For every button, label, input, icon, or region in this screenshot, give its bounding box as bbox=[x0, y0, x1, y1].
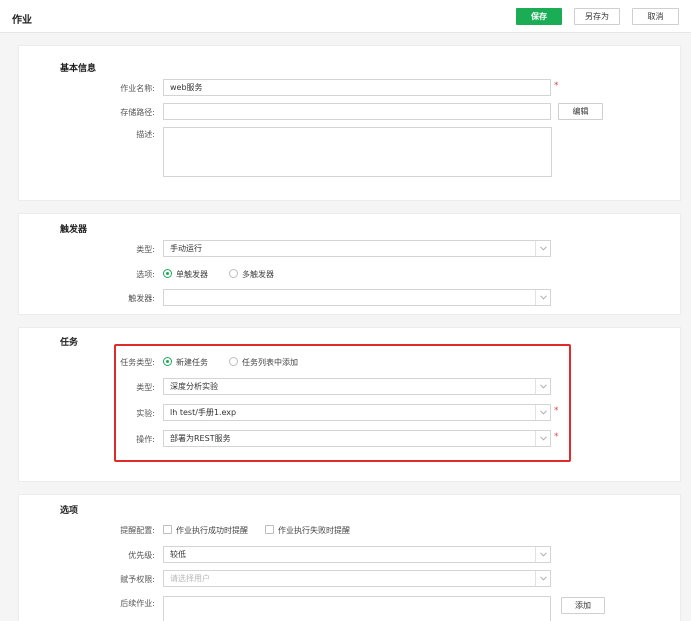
basic-info-card bbox=[18, 45, 681, 201]
single-trigger-radio[interactable] bbox=[163, 269, 172, 278]
basic-info-title: 基本信息 bbox=[60, 64, 97, 74]
trigger-label: 触发器: bbox=[128, 294, 155, 303]
job-name-input[interactable]: web服务 bbox=[163, 79, 551, 96]
description-label: 描述: bbox=[136, 130, 155, 139]
chevron-down-icon bbox=[535, 547, 550, 562]
alert-fail-text: 作业执行失败时提醒 bbox=[278, 526, 350, 535]
permission-placeholder: 请选择用户 bbox=[170, 574, 210, 583]
followup-job-label: 后续作业: bbox=[120, 599, 155, 608]
add-followup-button[interactable]: 添加 bbox=[561, 597, 605, 614]
trigger-type-value: 手动运行 bbox=[170, 244, 202, 253]
save-as-button[interactable]: 另存为 bbox=[574, 8, 620, 25]
alert-config-label: 提醒配置: bbox=[120, 526, 155, 535]
chevron-down-icon bbox=[535, 571, 550, 586]
description-textarea[interactable] bbox=[163, 127, 552, 177]
storage-path-input[interactable] bbox=[163, 103, 551, 120]
task-title: 任务 bbox=[60, 338, 79, 348]
priority-select[interactable]: 较低 bbox=[163, 546, 551, 563]
options-title: 选项 bbox=[60, 506, 79, 516]
alert-success-text: 作业执行成功时提醒 bbox=[176, 526, 248, 535]
followup-job-list[interactable] bbox=[163, 596, 551, 621]
trigger-type-select[interactable]: 手动运行 bbox=[163, 240, 551, 257]
trigger-type-label: 类型: bbox=[136, 245, 155, 254]
task-highlight-box bbox=[114, 344, 571, 462]
trigger-select[interactable] bbox=[163, 289, 551, 306]
priority-value: 较低 bbox=[170, 550, 186, 559]
storage-path-label: 存储路径: bbox=[120, 108, 155, 117]
alert-fail-checkbox[interactable] bbox=[265, 525, 274, 534]
single-trigger-text: 单触发器 bbox=[176, 270, 208, 279]
job-name-label: 作业名称: bbox=[120, 84, 155, 93]
trigger-option-label: 选项: bbox=[136, 270, 155, 279]
chevron-down-icon bbox=[535, 241, 550, 256]
save-button[interactable]: 保存 bbox=[516, 8, 562, 25]
cancel-button[interactable]: 取消 bbox=[632, 8, 679, 25]
multi-trigger-radio[interactable] bbox=[229, 269, 238, 278]
trigger-title: 触发器 bbox=[60, 225, 88, 235]
multi-trigger-text: 多触发器 bbox=[242, 270, 274, 279]
permission-select[interactable]: 请选择用户 bbox=[163, 570, 551, 587]
page-title: 作业 bbox=[12, 15, 32, 26]
permission-label: 赋予权限: bbox=[120, 575, 155, 584]
edit-path-button[interactable]: 编辑 bbox=[558, 103, 603, 120]
priority-label: 优先级: bbox=[128, 551, 155, 560]
chevron-down-icon bbox=[535, 290, 550, 305]
required-mark: * bbox=[554, 81, 559, 91]
alert-success-checkbox[interactable] bbox=[163, 525, 172, 534]
